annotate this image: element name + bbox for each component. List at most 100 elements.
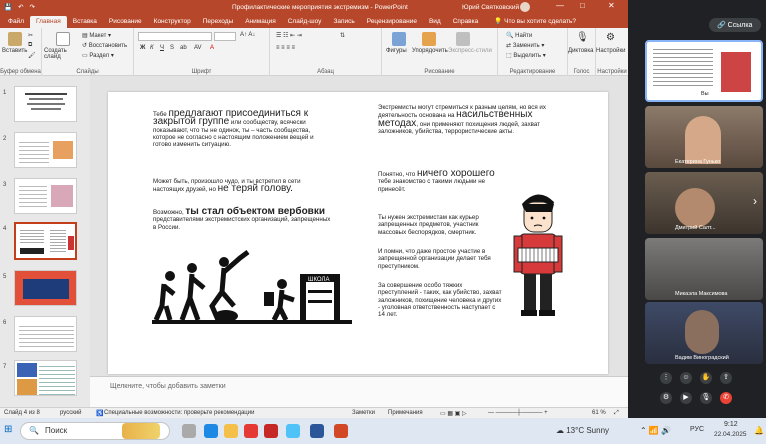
- express-styles-button[interactable]: Экспресс-стили: [448, 48, 492, 54]
- text-direction-icon[interactable]: ⇅: [340, 32, 345, 39]
- layout-button[interactable]: ▤ Макет ▾: [82, 32, 111, 39]
- zoom-level[interactable]: 61 %: [592, 410, 606, 416]
- telegram-icon[interactable]: [286, 424, 300, 438]
- redo-icon[interactable]: ↷: [30, 3, 35, 11]
- tab-home[interactable]: Главная: [29, 16, 67, 28]
- italic-icon[interactable]: К: [150, 45, 154, 51]
- settings-icon[interactable]: ⚙: [606, 32, 615, 43]
- cut-icon[interactable]: ✂: [28, 32, 33, 39]
- format-painter-icon[interactable]: 🖌: [28, 52, 36, 59]
- slide-thumbnail-3[interactable]: [14, 178, 77, 214]
- language-indicator[interactable]: русский: [60, 410, 82, 416]
- bold-icon[interactable]: Ж: [140, 45, 145, 51]
- slide[interactable]: Тебе предлагают присоединиться к закрыто…: [108, 92, 608, 374]
- paste-icon[interactable]: [8, 32, 22, 46]
- notifications-icon[interactable]: 🔔: [754, 426, 764, 435]
- paste-button[interactable]: Вставить: [2, 48, 27, 54]
- tab-review[interactable]: Рецензирование: [361, 16, 423, 28]
- word-icon[interactable]: [310, 424, 324, 438]
- tab-view[interactable]: Вид: [423, 16, 447, 28]
- tray-icons[interactable]: ⌃ 📶 🔊: [640, 426, 671, 435]
- align-icon[interactable]: ≡ ≡ ≡ ≡: [276, 45, 295, 51]
- camera-icon[interactable]: ▶: [680, 392, 692, 404]
- underline-icon[interactable]: Ч: [160, 45, 164, 51]
- accessibility-status[interactable]: Специальные возможности: проверьте реком…: [104, 410, 254, 416]
- new-slide-icon[interactable]: [56, 32, 70, 46]
- tab-draw[interactable]: Рисование: [103, 16, 148, 28]
- spacing-icon[interactable]: AV: [194, 45, 202, 51]
- tab-animations[interactable]: Анимация: [239, 16, 282, 28]
- replace-button[interactable]: ⇄ Заменить ▾: [506, 42, 544, 49]
- participant-tile-3[interactable]: Микаэла Максимова: [645, 238, 763, 300]
- grow-font-icon[interactable]: A↑ A↓: [240, 32, 255, 38]
- express-styles-icon[interactable]: [456, 32, 470, 46]
- copy-icon[interactable]: ⧉: [28, 42, 32, 49]
- notes-button[interactable]: Заметки: [352, 410, 375, 416]
- arrange-button[interactable]: Упорядочить: [412, 48, 448, 54]
- font-size-select[interactable]: [214, 32, 236, 41]
- undo-icon[interactable]: ↶: [18, 3, 23, 11]
- tab-slideshow[interactable]: Слайд-шоу: [282, 16, 328, 28]
- emoji-icon[interactable]: ☺: [680, 372, 692, 384]
- new-slide-button[interactable]: Создать слайд: [44, 48, 78, 60]
- more-options-icon[interactable]: ⋮: [660, 372, 672, 384]
- shapes-icon[interactable]: [392, 32, 406, 46]
- powerpoint-icon[interactable]: [334, 424, 348, 438]
- comments-button[interactable]: Примечания: [388, 410, 423, 416]
- microphone-icon[interactable]: 🎙: [700, 392, 712, 404]
- file-explorer-icon[interactable]: [224, 424, 238, 438]
- slide-thumbnail-7[interactable]: [14, 360, 77, 396]
- share-screen-icon[interactable]: ⇪: [720, 372, 732, 384]
- input-language[interactable]: РУС: [690, 426, 704, 433]
- section-button[interactable]: ▭ Раздел ▾: [82, 52, 114, 59]
- slide-thumbnail-4[interactable]: [14, 222, 77, 260]
- weather-widget[interactable]: ☁ 13°C Sunny: [556, 426, 609, 435]
- tab-insert[interactable]: Вставка: [67, 16, 103, 28]
- microphone-icon[interactable]: 🎙: [576, 32, 589, 43]
- find-button[interactable]: 🔍 Найти: [506, 32, 532, 39]
- save-icon[interactable]: 💾: [4, 3, 12, 11]
- font-family-select[interactable]: [138, 32, 212, 41]
- task-view-icon[interactable]: [182, 424, 196, 438]
- slide-thumbnail-1[interactable]: [14, 86, 77, 122]
- notes-pane[interactable]: Щелкните, чтобы добавить заметки: [90, 376, 628, 407]
- tell-me-search[interactable]: 💡 Что вы хотите сделать?: [488, 15, 582, 28]
- select-button[interactable]: ⬚ Выделить ▾: [506, 52, 546, 59]
- yandex-browser-icon[interactable]: [244, 424, 258, 438]
- tab-design[interactable]: Конструктор: [148, 16, 197, 28]
- bullets-icon[interactable]: ☰ ☷ ⇤ ⇥: [276, 32, 302, 39]
- shadow-icon[interactable]: S: [170, 45, 174, 51]
- tab-transitions[interactable]: Переходы: [197, 16, 240, 28]
- search-highlight-image[interactable]: [122, 423, 160, 439]
- font-color-icon[interactable]: A: [210, 45, 214, 51]
- zoom-slider[interactable]: — ─────┼───── +: [488, 410, 548, 416]
- settings-button[interactable]: Настройки: [596, 48, 625, 54]
- view-buttons[interactable]: ▭ ▦ ▣ ▷: [440, 410, 467, 417]
- maximize-button[interactable]: □: [580, 1, 585, 10]
- strikethrough-icon[interactable]: ab: [180, 45, 187, 51]
- slide-thumbnail-6[interactable]: [14, 316, 77, 352]
- link-button[interactable]: 🔗 Ссылка: [709, 18, 761, 32]
- accessibility-icon[interactable]: ♿: [96, 410, 103, 417]
- next-page-icon[interactable]: ›: [753, 194, 757, 208]
- participant-tile-4[interactable]: Вадим Виноградский: [645, 302, 763, 364]
- minimize-button[interactable]: —: [556, 1, 564, 10]
- slide-thumbnail-5[interactable]: [14, 270, 77, 306]
- clock-date[interactable]: 22.04.2025: [714, 431, 747, 438]
- close-button[interactable]: ✕: [608, 1, 615, 10]
- start-icon[interactable]: ⊞: [4, 424, 12, 435]
- reset-button[interactable]: ↺ Восстановить: [82, 42, 127, 49]
- hang-up-icon[interactable]: ✆: [720, 392, 732, 404]
- dictate-button[interactable]: Диктовка: [568, 48, 593, 54]
- tab-help[interactable]: Справка: [447, 16, 485, 28]
- edge-icon[interactable]: [204, 424, 218, 438]
- participant-tile-2[interactable]: Дмитрий Салт... ›: [645, 172, 763, 234]
- arrange-icon[interactable]: [422, 32, 436, 46]
- tab-file[interactable]: Файл: [2, 16, 30, 28]
- tab-record[interactable]: Запись: [327, 16, 360, 28]
- participant-tile-you[interactable]: Вы: [645, 40, 763, 102]
- hand-raise-icon[interactable]: ✋: [700, 372, 712, 384]
- user-name[interactable]: Юрий Святковский: [462, 4, 519, 11]
- settings-icon[interactable]: ⚙: [660, 392, 672, 404]
- avatar[interactable]: [520, 2, 530, 12]
